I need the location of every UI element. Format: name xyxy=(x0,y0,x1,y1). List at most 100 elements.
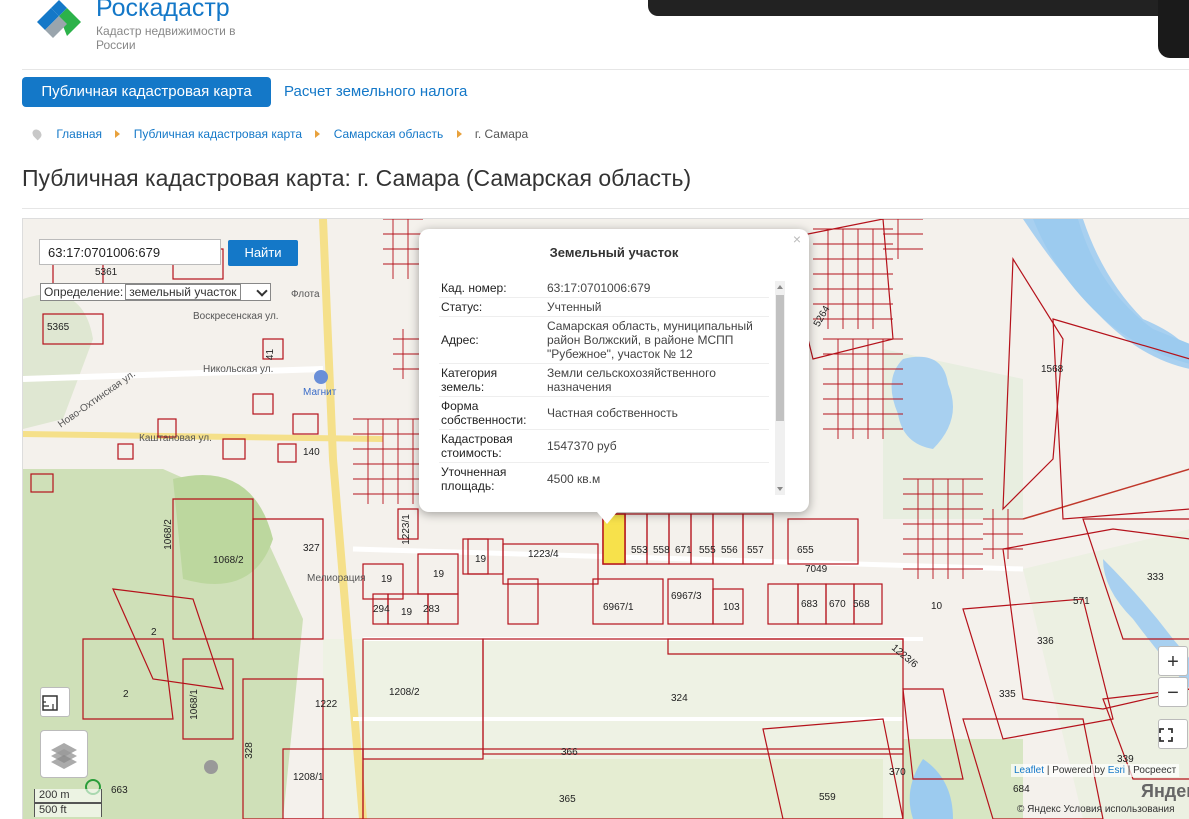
breadcrumb-arrow-icon xyxy=(115,129,121,138)
zoom-in-button[interactable]: + xyxy=(1158,646,1188,676)
scroll-thumb[interactable] xyxy=(776,295,784,421)
map-label: 328 xyxy=(243,742,255,759)
popup-row: Адрес: Самарская область, муниципальный … xyxy=(439,317,769,364)
map-label: 333 xyxy=(1147,572,1164,583)
map-label: 1223/4 xyxy=(528,549,559,560)
map-label: 1208/1 xyxy=(293,772,324,783)
map-label: 103 xyxy=(723,602,740,613)
map-label: 335 xyxy=(999,689,1016,700)
row-value: Частная собственность xyxy=(547,406,678,420)
breadcrumb: Главная Публичная кадастровая карта Сама… xyxy=(30,126,528,141)
map-label: 294 xyxy=(373,604,390,615)
popup-row: Категория земель: Земли сельскохозяйстве… xyxy=(439,364,769,397)
map-label: 370 xyxy=(889,767,906,778)
map-attribution: Leaflet | Powered by Esri | Росреест xyxy=(1011,764,1180,777)
tab-land-tax[interactable]: Расчет земельного налога xyxy=(284,77,467,107)
scroll-up-icon[interactable] xyxy=(777,285,783,289)
rosreestr-logo-icon[interactable] xyxy=(37,0,81,42)
map-label: 1068/1 xyxy=(188,689,200,720)
cadastral-map[interactable]: 5361 5365 41 140 1068/2 1068/2 327 1223/… xyxy=(22,218,1189,819)
popup-pointer xyxy=(597,512,617,524)
map-label: 1223/1 xyxy=(400,514,412,545)
esri-link[interactable]: Esri xyxy=(1108,765,1125,776)
map-label: 19 xyxy=(433,569,445,580)
row-key: Уточненная площадь: xyxy=(441,465,507,493)
map-label: 2 xyxy=(151,627,157,638)
brand-name[interactable]: Роскадастр xyxy=(96,0,230,23)
ruler-tool-button[interactable] xyxy=(40,687,70,717)
map-label: 683 xyxy=(801,599,818,610)
definition-select[interactable]: Определение: земельный участок xyxy=(40,283,271,301)
map-label: 366 xyxy=(561,747,578,758)
yandex-terms[interactable]: © Яндекс Условия использования xyxy=(1017,804,1175,815)
brand-tagline: Кадастр недвижимости в России xyxy=(96,24,236,52)
map-label: 19 xyxy=(401,607,413,618)
street-label: Флота xyxy=(291,289,320,300)
street-label: Каштановая ул. xyxy=(139,433,212,444)
map-label: 1068/2 xyxy=(162,519,174,550)
popup-title: Земельный участок xyxy=(549,245,679,260)
map-label: 571 xyxy=(1073,596,1090,607)
breadcrumb-map[interactable]: Публичная кадастровая карта xyxy=(134,127,302,141)
street-label: Никольская ул. xyxy=(203,364,274,375)
parcel-info-popup: × Земельный участок Кад. номер: 63:17:07… xyxy=(419,229,809,524)
cadastral-number-input[interactable]: 63:17:0701006:679 xyxy=(39,239,221,265)
map-label: 663 xyxy=(111,785,128,796)
map-label: 2 xyxy=(123,689,129,700)
layers-icon xyxy=(51,743,77,769)
map-label: 670 xyxy=(829,599,846,610)
map-label: 19 xyxy=(475,554,487,565)
zoom-out-button[interactable]: − xyxy=(1158,677,1188,707)
map-label: 324 xyxy=(671,693,688,704)
popup-row: Форма собственности: Частная собственнос… xyxy=(439,397,769,430)
breadcrumb-region[interactable]: Самарская область xyxy=(334,127,444,141)
layers-button[interactable] xyxy=(40,730,88,778)
map-label: 327 xyxy=(303,543,320,554)
row-key: Статус: xyxy=(441,300,483,314)
scale-metric: 200 m xyxy=(34,789,102,803)
row-key: Кад. номер: xyxy=(441,281,507,295)
map-label: 283 xyxy=(423,604,440,615)
poi-label: Мелиорация xyxy=(307,573,366,584)
map-label: 365 xyxy=(559,794,576,805)
map-label: 553 xyxy=(631,545,648,556)
row-key: Категория земель: xyxy=(441,366,498,394)
row-value: Самарская область, муниципальный район В… xyxy=(547,319,753,361)
row-value: 1547370 руб xyxy=(547,439,617,453)
leaflet-link[interactable]: Leaflet xyxy=(1014,765,1044,776)
row-value: 4500 кв.м xyxy=(547,472,601,486)
map-label: 555 xyxy=(699,545,716,556)
map-label: 1568 xyxy=(1041,364,1064,375)
breadcrumb-home[interactable]: Главная xyxy=(56,127,102,141)
chevron-down-icon xyxy=(256,285,268,297)
find-button[interactable]: Найти xyxy=(228,240,298,266)
definition-label: Определение: xyxy=(44,285,124,299)
map-label: 684 xyxy=(1013,784,1030,795)
tab-cadastral-map[interactable]: Публичная кадастровая карта xyxy=(22,77,271,107)
title-divider xyxy=(22,208,1189,209)
row-key: Форма собственности: xyxy=(441,399,527,427)
site-header: Роскадастр Кадастр недвижимости в России xyxy=(0,0,1189,68)
map-label: 559 xyxy=(819,792,836,803)
poi-label[interactable]: Магнит xyxy=(303,387,336,398)
definition-value[interactable]: земельный участок xyxy=(125,284,241,300)
map-label: 5361 xyxy=(95,267,118,278)
popup-row: Статус: Учтенный xyxy=(439,298,769,317)
popup-row: Кадастровая стоимость: 1547370 руб xyxy=(439,430,769,463)
map-label: 140 xyxy=(303,447,320,458)
popup-scrollbar[interactable] xyxy=(775,281,785,495)
rosreestr-attribution: | Росреест xyxy=(1127,765,1177,776)
map-label: 7049 xyxy=(805,564,828,575)
map-label: 556 xyxy=(721,545,738,556)
breadcrumb-arrow-icon xyxy=(315,129,321,138)
fullscreen-button[interactable] xyxy=(1158,719,1188,749)
row-key: Кадастровая стоимость: xyxy=(441,432,513,460)
fullscreen-icon xyxy=(1159,728,1173,742)
yandex-logo[interactable]: Яндекс xyxy=(1141,781,1189,802)
scroll-down-icon[interactable] xyxy=(777,487,783,491)
row-value: 63:17:0701006:679 xyxy=(547,281,651,295)
map-label: 6967/3 xyxy=(671,591,702,602)
powered-by-text: | Powered by xyxy=(1046,765,1105,776)
map-label: 41 xyxy=(265,348,277,361)
map-label: 568 xyxy=(853,599,870,610)
